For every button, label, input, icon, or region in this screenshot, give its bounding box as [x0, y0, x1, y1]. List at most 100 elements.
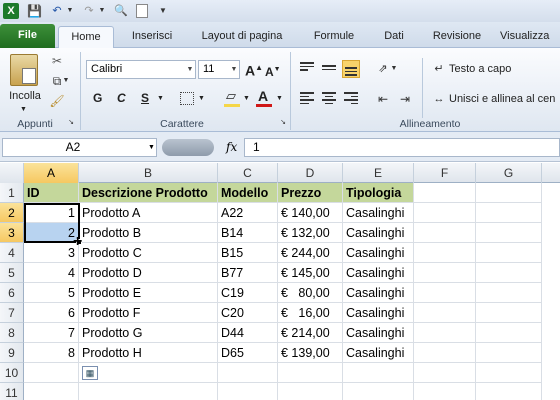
underline-dropdown-icon[interactable]: ▼ [157, 91, 164, 107]
merge-center-button[interactable]: Unisci e allinea al cen [449, 91, 555, 107]
copy-dropdown-icon[interactable]: ▼ [62, 72, 70, 90]
align-middle-icon[interactable] [320, 60, 338, 78]
cell-d4[interactable]: € 244,00 [278, 243, 343, 263]
font-color-icon[interactable]: A [258, 88, 268, 104]
cell-a8[interactable]: 7 [24, 323, 79, 343]
cell-e8[interactable]: Casalinghi [343, 323, 414, 343]
cell-c3[interactable]: B14 [218, 223, 278, 243]
column-header-e[interactable]: E [343, 163, 414, 183]
cell-e6[interactable]: Casalinghi [343, 283, 414, 303]
font-launcher-icon[interactable]: ↘ [278, 118, 288, 128]
cell-c1[interactable]: Modello [218, 183, 278, 203]
column-header-c[interactable]: C [218, 163, 278, 183]
cell-b8[interactable]: Prodotto G [79, 323, 218, 343]
cell-d6[interactable]: € 80,00 [278, 283, 343, 303]
cell-f2[interactable] [414, 203, 476, 223]
align-center-icon[interactable] [320, 90, 338, 108]
select-all-corner[interactable] [0, 163, 24, 183]
row-header-10[interactable]: 10 [0, 363, 24, 383]
cell-d7[interactable]: € 16,00 [278, 303, 343, 323]
cell-a1[interactable]: ID [24, 183, 79, 203]
decrease-indent-icon[interactable]: ⇤ [374, 90, 392, 108]
cell-b11[interactable] [79, 383, 218, 400]
formula-bar-splitter[interactable] [162, 139, 214, 156]
new-document-icon[interactable] [136, 4, 148, 18]
font-name-dropdown-icon[interactable]: ▼ [185, 61, 195, 78]
cell-f5[interactable] [414, 263, 476, 283]
cell-e5[interactable]: Casalinghi [343, 263, 414, 283]
cell-b5[interactable]: Prodotto D [79, 263, 218, 283]
cell-a6[interactable]: 5 [24, 283, 79, 303]
row-header-1[interactable]: 1 [0, 183, 24, 203]
underline-button[interactable]: S [141, 90, 149, 106]
cell-c4[interactable]: B15 [218, 243, 278, 263]
cell-g3[interactable] [476, 223, 542, 243]
tab-file[interactable]: File [0, 24, 55, 48]
cell-f1[interactable] [414, 183, 476, 203]
fill-color-dropdown-icon[interactable]: ▼ [243, 91, 250, 107]
cell-f8[interactable] [414, 323, 476, 343]
cell-f6[interactable] [414, 283, 476, 303]
cell-c2[interactable]: A22 [218, 203, 278, 223]
cell-a4[interactable]: 3 [24, 243, 79, 263]
cell-e11[interactable] [343, 383, 414, 400]
cell-f3[interactable] [414, 223, 476, 243]
cell-e3[interactable]: Casalinghi [343, 223, 414, 243]
formula-input[interactable]: 1 [244, 138, 560, 157]
row-header-9[interactable]: 9 [0, 343, 24, 363]
cell-a2[interactable]: 1 [24, 203, 79, 223]
cell-c6[interactable]: C19 [218, 283, 278, 303]
cell-d2[interactable]: € 140,00 [278, 203, 343, 223]
cell-e1[interactable]: Tipologia [343, 183, 414, 203]
cell-d10[interactable] [278, 363, 343, 383]
align-left-icon[interactable] [298, 90, 316, 108]
cell-b3[interactable]: Prodotto B [79, 223, 218, 243]
cell-g6[interactable] [476, 283, 542, 303]
cell-d8[interactable]: € 214,00 [278, 323, 343, 343]
cell-a7[interactable]: 6 [24, 303, 79, 323]
auto-fill-options-icon[interactable]: ▦ [82, 366, 98, 380]
cell-c9[interactable]: D65 [218, 343, 278, 363]
row-header-8[interactable]: 8 [0, 323, 24, 343]
cell-g5[interactable] [476, 263, 542, 283]
row-header-4[interactable]: 4 [0, 243, 24, 263]
cell-c8[interactable]: D44 [218, 323, 278, 343]
tab-insert[interactable]: Inserisci [124, 26, 180, 48]
increase-indent-icon[interactable]: ⇥ [396, 90, 414, 108]
cell-f11[interactable] [414, 383, 476, 400]
row-header-5[interactable]: 5 [0, 263, 24, 283]
tab-home[interactable]: Home [58, 26, 114, 48]
cell-d1[interactable]: Prezzo [278, 183, 343, 203]
cell-b9[interactable]: Prodotto H [79, 343, 218, 363]
row-header-11[interactable]: 11 [0, 383, 24, 400]
cell-c7[interactable]: C20 [218, 303, 278, 323]
wrap-text-button[interactable]: Testo a capo [449, 61, 511, 77]
cell-c11[interactable] [218, 383, 278, 400]
tab-review[interactable]: Revisione [426, 26, 488, 48]
column-header-a[interactable]: A [24, 163, 79, 183]
cell-g10[interactable] [476, 363, 542, 383]
borders-icon[interactable] [180, 92, 194, 105]
shrink-font-button[interactable]: A▼ [265, 62, 281, 80]
save-icon[interactable]: 💾 [27, 3, 42, 19]
name-box[interactable]: A2 ▼ [2, 138, 157, 157]
cell-e2[interactable]: Casalinghi [343, 203, 414, 223]
cell-b1[interactable]: Descrizione Prodotto [79, 183, 218, 203]
italic-button[interactable]: C [117, 90, 126, 106]
cell-g11[interactable] [476, 383, 542, 400]
font-color-dropdown-icon[interactable]: ▼ [276, 91, 283, 107]
orientation-dropdown-icon[interactable]: ▼ [390, 60, 398, 78]
undo-dropdown-icon[interactable]: ▼ [66, 3, 74, 19]
tab-view[interactable]: Visualizza [500, 26, 560, 48]
cell-d3[interactable]: € 132,00 [278, 223, 343, 243]
cell-b2[interactable]: Prodotto A [79, 203, 218, 223]
font-size-select[interactable]: 11 ▼ [198, 60, 240, 79]
cell-e7[interactable]: Casalinghi [343, 303, 414, 323]
cell-f4[interactable] [414, 243, 476, 263]
align-bottom-icon[interactable] [342, 60, 360, 78]
column-header-g[interactable]: G [476, 163, 542, 183]
cell-g7[interactable] [476, 303, 542, 323]
cell-e4[interactable]: Casalinghi [343, 243, 414, 263]
cell-b4[interactable]: Prodotto C [79, 243, 218, 263]
row-header-7[interactable]: 7 [0, 303, 24, 323]
